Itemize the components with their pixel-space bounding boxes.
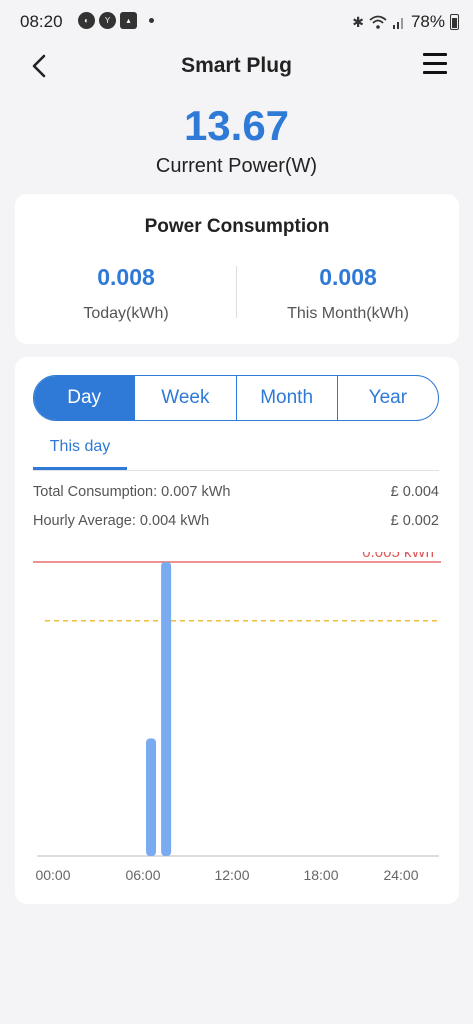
total-consumption-row: Total Consumption: 0.007 kWh £ 0.004 bbox=[33, 484, 439, 500]
notification-dot-icon bbox=[149, 18, 154, 23]
wifi-icon bbox=[369, 15, 387, 29]
status-left-icons: ◐ Y ▴ bbox=[78, 12, 154, 29]
x-tick-label: 18:00 bbox=[303, 867, 338, 883]
today-value: 0.008 bbox=[97, 264, 155, 290]
bluetooth-icon: ✱ bbox=[352, 13, 364, 30]
shield-badge-icon: ◐ bbox=[78, 12, 95, 29]
signal-icon bbox=[392, 18, 403, 29]
month-label: This Month(kWh) bbox=[287, 305, 409, 322]
x-tick-label: 24:00 bbox=[383, 867, 418, 883]
chart-bar-2 bbox=[161, 562, 172, 856]
x-tick-label: 06:00 bbox=[125, 867, 160, 883]
total-cost: £ 0.004 bbox=[390, 484, 439, 500]
status-bar: 08:20 ◐ Y ▴ ✱ 78% bbox=[0, 0, 473, 44]
yale-app-icon: Y bbox=[99, 12, 116, 29]
x-tick-label: 00:00 bbox=[35, 867, 70, 883]
consumption-chart-card: Day Week Month Year This day Total Consu… bbox=[15, 357, 459, 904]
tab-year[interactable]: Year bbox=[336, 376, 438, 420]
hourly-average-cost: £ 0.002 bbox=[390, 513, 439, 529]
gallery-icon: ▴ bbox=[120, 12, 137, 29]
today-stat: 0.008 Today(kWh) bbox=[15, 264, 237, 323]
power-consumption-card: Power Consumption 0.008 Today(kWh) 0.008… bbox=[15, 194, 459, 344]
app-header: Smart Plug bbox=[0, 44, 473, 90]
month-stat: 0.008 This Month(kWh) bbox=[237, 264, 459, 323]
month-value: 0.008 bbox=[319, 264, 377, 290]
tab-month[interactable]: Month bbox=[235, 376, 337, 420]
battery-percent: 78% bbox=[410, 12, 445, 31]
hourly-consumption-chart: 0.005 kWh 00:00 06:00 12:00 18:00 24:00 bbox=[33, 552, 441, 883]
card-title: Power Consumption bbox=[144, 216, 330, 237]
battery-icon bbox=[450, 14, 459, 30]
tab-day[interactable]: Day bbox=[34, 376, 135, 420]
x-tick-label: 12:00 bbox=[214, 867, 249, 883]
page-title: Smart Plug bbox=[181, 54, 292, 77]
today-label: Today(kWh) bbox=[83, 305, 169, 322]
tab-this-day[interactable]: This day bbox=[33, 435, 127, 469]
chart-bar-1 bbox=[146, 738, 157, 856]
status-time: 08:20 bbox=[20, 12, 63, 31]
current-power-value: 13.67 bbox=[183, 102, 290, 149]
max-value-label: 0.005 kWh bbox=[362, 552, 434, 561]
status-right-icons: ✱ 78% bbox=[352, 12, 459, 32]
hamburger-menu-icon[interactable] bbox=[423, 53, 447, 75]
current-power-label: Current Power(W) bbox=[155, 155, 318, 177]
hourly-average-label: Hourly Average: 0.004 kWh bbox=[33, 513, 210, 529]
total-consumption-label: Total Consumption: 0.007 kWh bbox=[33, 484, 231, 500]
tab-divider bbox=[33, 470, 439, 471]
tab-week[interactable]: Week bbox=[134, 376, 235, 420]
hourly-average-row: Hourly Average: 0.004 kWh £ 0.002 bbox=[33, 513, 439, 529]
period-segmented-control: Day Week Month Year bbox=[33, 375, 439, 421]
